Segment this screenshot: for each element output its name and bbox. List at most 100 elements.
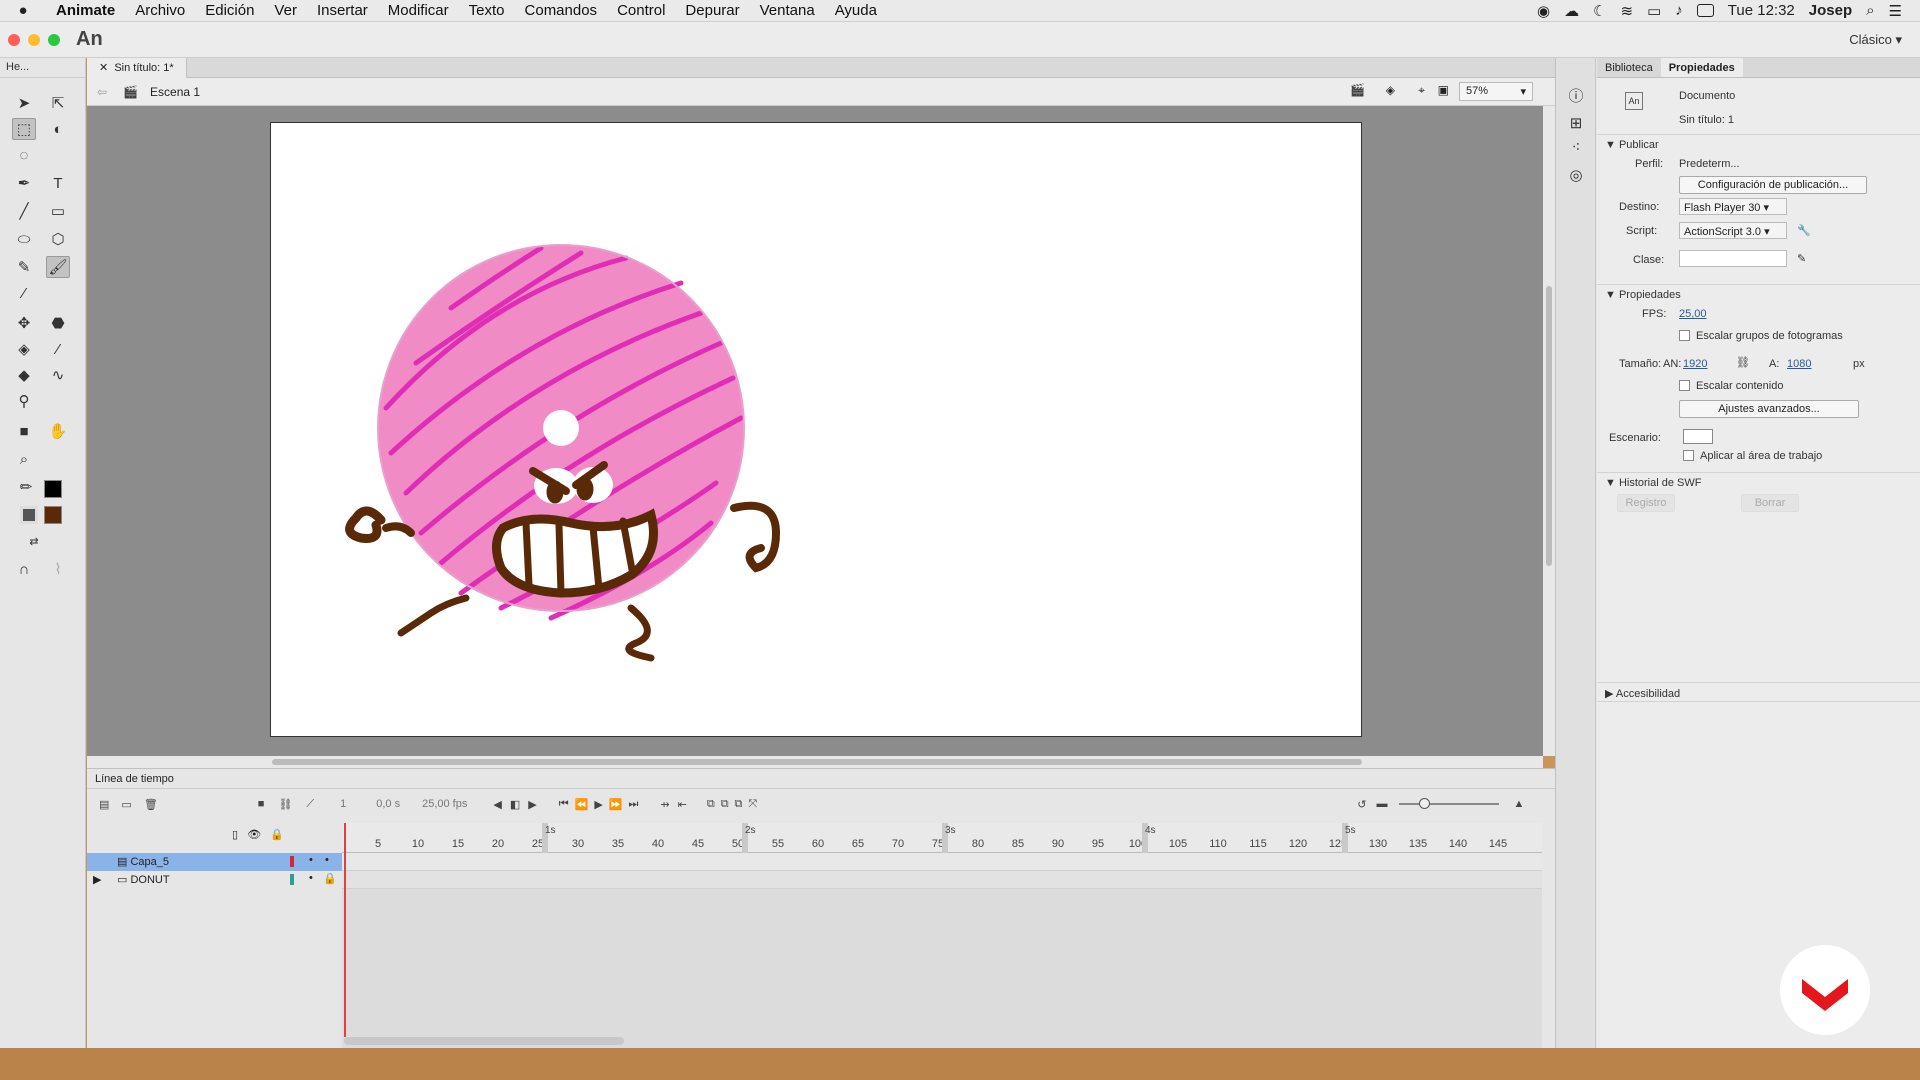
- paint-brush-tool-icon[interactable]: 🖌: [46, 256, 70, 278]
- clip-content-icon[interactable]: ▣: [1438, 83, 1449, 97]
- moon-icon[interactable]: ☾: [1593, 2, 1606, 20]
- menu-ventana[interactable]: Ventana: [750, 2, 825, 19]
- zoom-out-timeline-icon[interactable]: ▬: [1376, 798, 1387, 810]
- spotlight-icon[interactable]: ⌕: [1866, 2, 1874, 19]
- layer-color-swatch[interactable]: [290, 874, 294, 885]
- edit-scene-icon[interactable]: 🎬: [1350, 83, 1365, 97]
- menu-archivo[interactable]: Archivo: [125, 2, 195, 19]
- step-forward-icon[interactable]: ⏩: [609, 798, 623, 811]
- rectangle-tool-icon[interactable]: ▭: [46, 200, 70, 222]
- eyedropper-tool-icon[interactable]: ⁄: [46, 338, 70, 360]
- cc-libraries-icon[interactable]: ◎: [1564, 164, 1588, 186]
- pin-tool-icon[interactable]: ⚲: [12, 390, 36, 412]
- pen-tool-icon[interactable]: ✒: [12, 172, 36, 194]
- zoom-select[interactable]: 57% ▾: [1459, 82, 1533, 101]
- layer-visibility-dot[interactable]: •: [309, 854, 313, 866]
- zoom-in-timeline-icon[interactable]: ▲: [1513, 798, 1524, 810]
- clock[interactable]: Tue 12:32: [1728, 2, 1795, 19]
- section-propiedades[interactable]: ▼ Propiedades: [1597, 284, 1920, 304]
- pencil-tool-icon[interactable]: ✎: [12, 256, 36, 278]
- width-tool-icon[interactable]: ∿: [46, 364, 70, 386]
- layer-capa-5[interactable]: ▤ Capa_5 • •: [87, 853, 342, 871]
- clase-input[interactable]: [1679, 250, 1787, 267]
- zoom-tool-icon[interactable]: ⌕: [12, 448, 36, 470]
- center-stage-icon[interactable]: ⌖: [1418, 83, 1425, 98]
- creative-cloud-icon[interactable]: ☁: [1564, 2, 1579, 20]
- next-keyframe-icon[interactable]: ▶: [528, 798, 536, 811]
- menu-app[interactable]: Animate: [46, 2, 125, 19]
- edit-class-icon[interactable]: ✎: [1797, 252, 1806, 265]
- text-tool-icon[interactable]: T: [46, 172, 70, 194]
- script-settings-icon[interactable]: 🔧: [1797, 224, 1811, 237]
- insert-keyframe-icon[interactable]: ◧: [510, 798, 520, 811]
- edit-symbols-icon[interactable]: ◈: [1386, 83, 1395, 97]
- hand-tool-icon[interactable]: ✋: [46, 420, 70, 442]
- center-frame-icon[interactable]: ⇤: [678, 798, 687, 811]
- link-dimensions-icon[interactable]: ⛓: [1736, 356, 1750, 369]
- workspace-switcher[interactable]: Clásico ▾: [1849, 32, 1902, 48]
- width-value[interactable]: 1920: [1683, 358, 1707, 370]
- section-accesibilidad[interactable]: ▶ Accesibilidad: [1597, 682, 1920, 702]
- onion-outline-icon[interactable]: ⧉: [721, 798, 729, 811]
- volume-icon[interactable]: ♪: [1675, 2, 1683, 19]
- timeline-ruler[interactable]: 5 10 15 20 25 30 35 40 45 50 55 60 65 70 75 80 85 90 95 100…: [342, 823, 1542, 853]
- first-frame-icon[interactable]: ⏮: [559, 798, 569, 811]
- info-icon[interactable]: ⓘ: [1564, 84, 1588, 106]
- timeline-zoom-slider[interactable]: [1399, 798, 1500, 809]
- tab-biblioteca[interactable]: Biblioteca: [1597, 58, 1661, 77]
- menu-ayuda[interactable]: Ayuda: [825, 2, 887, 19]
- minimize-window-button[interactable]: [28, 33, 40, 46]
- menu-insertar[interactable]: Insertar: [307, 2, 378, 19]
- frame-rate[interactable]: 25,00 fps: [422, 798, 467, 810]
- fill-color-swatch[interactable]: [44, 506, 62, 524]
- layer-lock-dot[interactable]: •: [325, 854, 329, 866]
- layer-name[interactable]: DONUT: [130, 874, 169, 886]
- free-transform-tool-icon[interactable]: ⬚: [12, 118, 36, 140]
- undo-zoom-icon[interactable]: ↺: [1357, 798, 1366, 811]
- section-historial[interactable]: ▼ Historial de SWF: [1597, 472, 1920, 492]
- height-value[interactable]: 1080: [1787, 358, 1811, 370]
- last-frame-icon[interactable]: ⏭: [628, 798, 638, 811]
- fps-value[interactable]: 25,00: [1679, 308, 1707, 320]
- wifi-icon[interactable]: ≋: [1621, 2, 1634, 20]
- frame-row-capa-5[interactable]: [342, 853, 1542, 871]
- menu-comandos[interactable]: Comandos: [515, 2, 608, 19]
- edit-multiple-icon[interactable]: ⧉: [735, 798, 743, 811]
- apple-icon[interactable]: ●: [0, 2, 46, 19]
- playhead[interactable]: [344, 823, 346, 1037]
- camera-tool-icon[interactable]: ■: [12, 420, 36, 442]
- notifications-icon[interactable]: ☰: [1889, 2, 1902, 20]
- line-tool-icon[interactable]: ╱: [12, 200, 36, 222]
- menu-texto[interactable]: Texto: [459, 2, 515, 19]
- oval-tool-icon[interactable]: ⬭: [12, 228, 36, 250]
- 3d-rotation-tool-icon[interactable]: ◐: [46, 118, 70, 140]
- step-back-icon[interactable]: ⏪: [575, 798, 589, 811]
- layer-color-swatch[interactable]: [290, 856, 294, 867]
- stage-color-swatch[interactable]: [1683, 429, 1713, 444]
- subselection-tool-icon[interactable]: ⇱: [46, 92, 70, 114]
- new-layer-icon[interactable]: ▤: [99, 798, 109, 811]
- airplay-icon[interactable]: ▭: [1647, 2, 1661, 20]
- play-icon[interactable]: ▶: [594, 798, 602, 811]
- advanced-settings-button[interactable]: Ajustes avanzados...: [1679, 400, 1859, 418]
- timeline-scrollbar[interactable]: [344, 1037, 624, 1045]
- delete-layer-icon[interactable]: 🗑: [144, 798, 158, 811]
- new-folder-icon[interactable]: ▭: [121, 798, 131, 811]
- escalar-grupos-checkbox[interactable]: [1679, 330, 1690, 341]
- document-tab[interactable]: ✕ Sin título: 1*: [87, 58, 187, 78]
- layer-donut[interactable]: ▶ ▭ DONUT • 🔒: [87, 871, 342, 889]
- close-tab-icon[interactable]: ✕: [99, 62, 108, 74]
- loop-icon[interactable]: ⇸: [660, 798, 669, 811]
- stage-canvas[interactable]: [270, 122, 1362, 737]
- swap-colors-icon[interactable]: ⇄: [22, 530, 46, 552]
- brush-tool-icon[interactable]: ⁄: [12, 282, 36, 304]
- frame-row-donut[interactable]: [342, 871, 1542, 889]
- layer-name[interactable]: Capa_5: [130, 856, 169, 868]
- bone-tool-icon[interactable]: ✥: [12, 312, 36, 334]
- script-select[interactable]: ActionScript 3.0 ▾: [1679, 222, 1787, 239]
- selection-tool-icon[interactable]: ➤: [12, 92, 36, 114]
- lasso-tool-icon[interactable]: ◌: [12, 144, 36, 166]
- escalar-contenido-checkbox[interactable]: [1679, 380, 1690, 391]
- motion-presets-icon[interactable]: ⁖: [1564, 136, 1588, 158]
- publish-settings-button[interactable]: Configuración de publicación...: [1679, 176, 1867, 194]
